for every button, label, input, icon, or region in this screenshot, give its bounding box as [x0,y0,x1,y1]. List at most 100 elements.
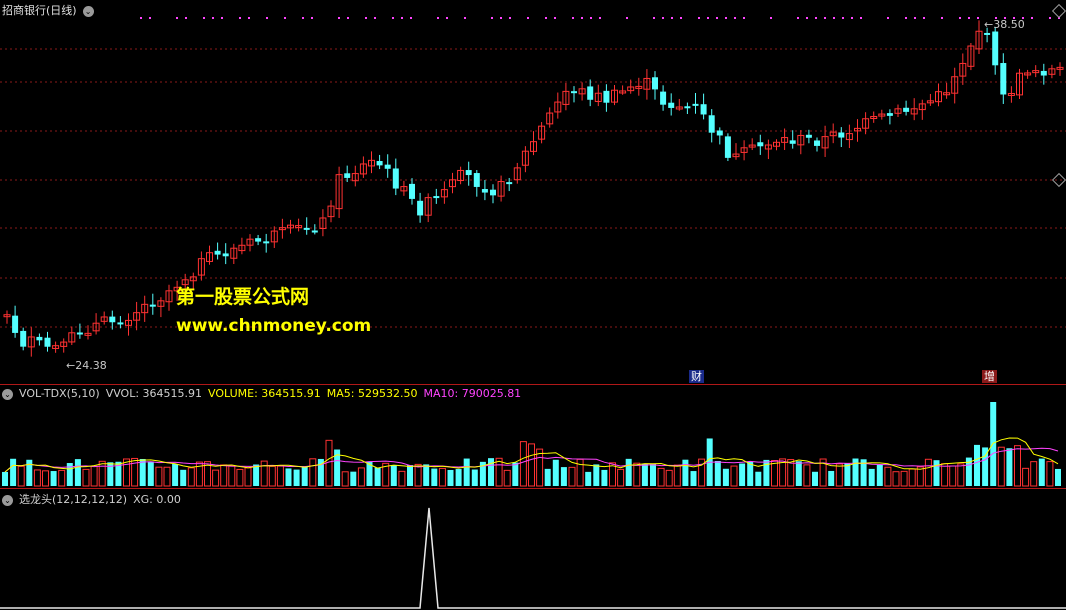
candle-body-down [805,134,812,138]
volume-bar-up [730,465,738,487]
volume-bar-down [714,460,721,486]
volume-bar-up [941,463,949,487]
candle-body-down [36,336,43,341]
volume-bar-down [139,458,146,486]
signal-dot [599,17,601,19]
candle-body-down [20,330,27,347]
event-tag-finance[interactable]: 财 [689,370,704,383]
volume-bar-up [949,465,957,487]
candle-body-down [481,189,488,193]
xg-signal-line [0,507,1066,609]
volume-bar-up [244,467,252,487]
volume-bar-down [625,458,632,486]
volume-bar-down [350,471,357,486]
candle-body-down [473,173,480,187]
volume-bar-up [398,470,406,487]
signal-dot [221,17,223,19]
candle-body-down [44,337,51,347]
candle-body-down [984,32,991,35]
candle-body-down [757,142,764,147]
signal-dot [797,17,799,19]
ma10-line [4,447,1059,473]
candle-body-down [465,170,472,176]
signal-dot [1049,17,1051,19]
signal-dot [590,17,592,19]
candle-body-down [587,86,594,100]
candle-body-down [409,183,415,199]
candle-body-down [392,168,399,189]
candle-body-down [117,322,124,325]
signal-dot [527,17,529,19]
volume-bar-up [892,471,900,487]
candle-body-down [255,238,262,242]
volume-bar-up [568,466,576,487]
volume-bar-up [884,466,892,487]
volume-bar-down [974,444,980,486]
volume-bar-up [228,465,236,487]
volume-bar-up [1030,461,1038,487]
ma10-value: MA10: 790025.81 [423,387,522,400]
volume-bar-up [357,467,365,487]
candle-body-down [789,140,796,144]
volume-bar-up [414,463,422,487]
xg-indicator-panel[interactable]: ⌄ 选龙头(12,12,12,12) XG: 0.00 [0,488,1066,610]
signal-dot [545,17,547,19]
volume-bar-up [17,465,25,487]
volume-bar-up [997,446,1005,487]
signal-dot [725,17,727,19]
volume-bar-down [374,467,381,486]
signal-dot [284,17,286,19]
candle-body-down [222,253,229,257]
signal-dot [464,17,466,19]
event-tag-increase[interactable]: 增 [982,370,997,383]
volume-bar-down [933,460,940,486]
volume-bar-down [755,471,762,486]
volume-bar-up [908,468,916,487]
volume-bar-up [155,466,163,487]
volume-bar-down [285,468,292,486]
signal-dot [365,17,367,19]
volume-bar-up [495,457,503,487]
volume-bar-down [301,466,308,486]
signal-dot [842,17,844,19]
signal-dot [554,17,556,19]
signal-dot [716,17,718,19]
price-chart-panel[interactable]: 招商银行(日线) ⌄ ←38.50 ←24.38 第一股票公式网 www.chnm… [0,0,1066,384]
volume-bar-down [455,469,462,486]
volume-bar-down [682,459,689,486]
volume-bar-down [812,471,818,486]
collapse-circle-icon[interactable]: ⌄ [82,5,94,17]
signal-dot [680,17,682,19]
volume-bar-up [576,458,584,487]
signal-dot [806,17,808,19]
candle-body-down [724,136,731,158]
volume-bar-down [690,471,697,486]
signal-dot [437,17,439,19]
volume-bar-down [650,463,656,486]
volume-panel[interactable]: ⌄ VOL-TDX(5,10) VVOL: 364515.91 VOLUME: 364… [0,384,1066,488]
volume-bar-up [212,469,220,487]
volume-bar-up [90,465,98,487]
candle-body-down [1000,63,1007,95]
volume-bar-down [253,464,260,486]
collapse-circle-icon[interactable]: ⌄ [2,388,13,400]
volume-bar-up [82,468,90,487]
volume-bar-up [236,468,244,487]
volume-bar-down [552,459,559,486]
signal-dot [887,17,889,19]
signal-dot [914,17,916,19]
volume-bar-up [187,467,195,487]
candle-body-down [433,196,440,199]
candlestick-chart[interactable] [0,0,1066,384]
volume-bar-down [172,464,179,486]
volume-bar-down [2,471,8,486]
candle-body-down [838,132,845,138]
collapse-circle-icon[interactable]: ⌄ [2,494,13,506]
volume-bar-up [1046,461,1054,487]
volume-bar-down [1055,468,1061,486]
signal-dot [491,17,493,19]
signal-dot [626,17,628,19]
volume-bar-up [771,460,778,487]
signal-dot [860,17,862,19]
candle-body-down [76,332,83,335]
